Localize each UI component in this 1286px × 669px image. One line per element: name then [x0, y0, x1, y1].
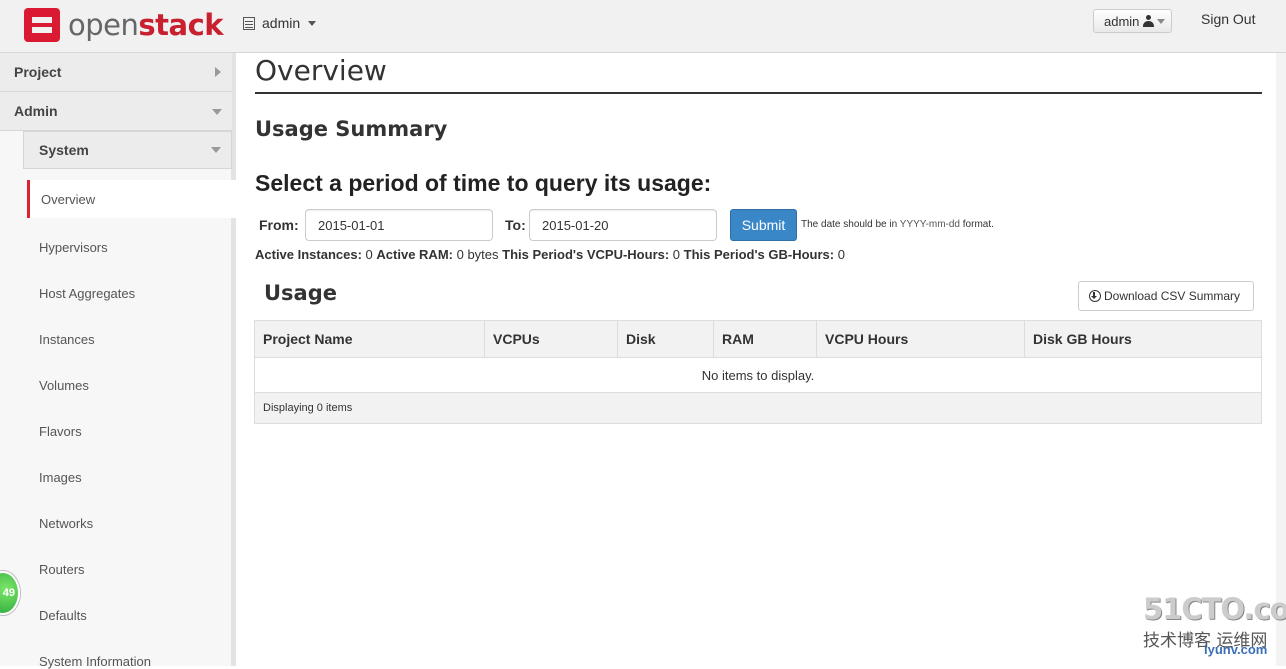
sidebar-item-host-aggregates[interactable]: Host Aggregates [39, 286, 135, 301]
column-header-disk[interactable]: Disk [618, 321, 714, 357]
panel-group-label: System [39, 142, 89, 158]
chevron-down-icon [211, 147, 221, 153]
user-icon [1143, 15, 1155, 27]
from-date-input[interactable] [305, 209, 493, 241]
sidebar-item-networks[interactable]: Networks [39, 516, 93, 531]
sidebar-item-flavors[interactable]: Flavors [39, 424, 82, 439]
sidebar-item-instances[interactable]: Instances [39, 332, 95, 347]
column-header-vcpus[interactable]: VCPUs [485, 321, 618, 357]
chevron-down-icon [1157, 18, 1166, 24]
sidebar-dashboard-label: Admin [14, 103, 58, 119]
sidebar-item-system-information[interactable]: System Information [39, 654, 151, 669]
chevron-right-icon [215, 67, 221, 77]
sidebar-item-overview[interactable]: Overview [27, 180, 236, 218]
download-csv-button[interactable]: Download CSV Summary [1078, 281, 1254, 311]
project-context-switcher[interactable]: admin [243, 14, 317, 32]
openstack-logo[interactable]: openstack [24, 7, 224, 43]
chevron-down-icon [308, 20, 317, 26]
sidebar-item-label: Overview [41, 191, 96, 207]
chevron-down-icon [212, 109, 222, 115]
column-header-vcpu-hours[interactable]: VCPU Hours [817, 321, 1025, 357]
sidebar-item-defaults[interactable]: Defaults [39, 608, 87, 623]
submit-button[interactable]: Submit [730, 209, 797, 241]
column-header-project-name[interactable]: Project Name [255, 321, 485, 357]
page-scrollbar[interactable] [1276, 53, 1286, 666]
table-header-row: Project Name VCPUs Disk RAM VCPU Hours D… [255, 321, 1261, 358]
to-label: To: [505, 217, 526, 233]
download-csv-label: Download CSV Summary [1104, 289, 1241, 303]
date-format-help: The date should be in YYYY-mm-dd format. [801, 219, 994, 230]
page-title: Overview [255, 54, 387, 87]
logo-wordmark: openstack [68, 8, 224, 42]
usage-table: Project Name VCPUs Disk RAM VCPU Hours D… [254, 320, 1262, 424]
sidebar-item-volumes[interactable]: Volumes [39, 378, 89, 393]
sidebar-item-hypervisors[interactable]: Hypervisors [39, 240, 108, 255]
project-list-icon [243, 16, 255, 30]
sign-out-link[interactable]: Sign Out [1201, 11, 1255, 27]
usage-stats-line: Active Instances: 0 Active RAM: 0 bytes … [255, 247, 845, 262]
table-empty-message: No items to display. [255, 358, 1261, 393]
sidebar-item-routers[interactable]: Routers [39, 562, 85, 577]
sidebar-dashboard-label: Project [14, 64, 62, 80]
column-header-disk-gb-hours[interactable]: Disk GB Hours [1025, 321, 1261, 357]
usage-table-heading: Usage [264, 281, 337, 305]
sidebar-dashboard-project[interactable]: Project [0, 53, 232, 92]
period-query-heading: Select a period of time to query its usa… [255, 170, 712, 196]
download-icon [1089, 290, 1101, 302]
from-label: From: [259, 217, 299, 233]
watermark-logo: 51CTO.com 技术博客 运维网 iyunv.com [1143, 592, 1286, 657]
project-context-label: admin [262, 15, 301, 31]
usage-summary-heading: Usage Summary [255, 117, 448, 141]
user-menu-label: admin [1104, 13, 1140, 29]
sidebar-dashboard-admin[interactable]: Admin [0, 92, 232, 131]
title-divider [255, 92, 1262, 94]
sidebar: Project Admin System Overview Hypervisor… [0, 53, 236, 669]
openstack-logo-icon [24, 8, 60, 42]
sidebar-panel-group-system[interactable]: System [23, 131, 232, 169]
column-header-ram[interactable]: RAM [714, 321, 817, 357]
to-date-input[interactable] [529, 209, 717, 241]
table-footer: Displaying 0 items [255, 393, 1261, 423]
sidebar-item-images[interactable]: Images [39, 470, 82, 485]
user-menu-button[interactable]: admin [1093, 9, 1172, 33]
top-navbar: openstack admin admin Sign Out [0, 0, 1286, 53]
